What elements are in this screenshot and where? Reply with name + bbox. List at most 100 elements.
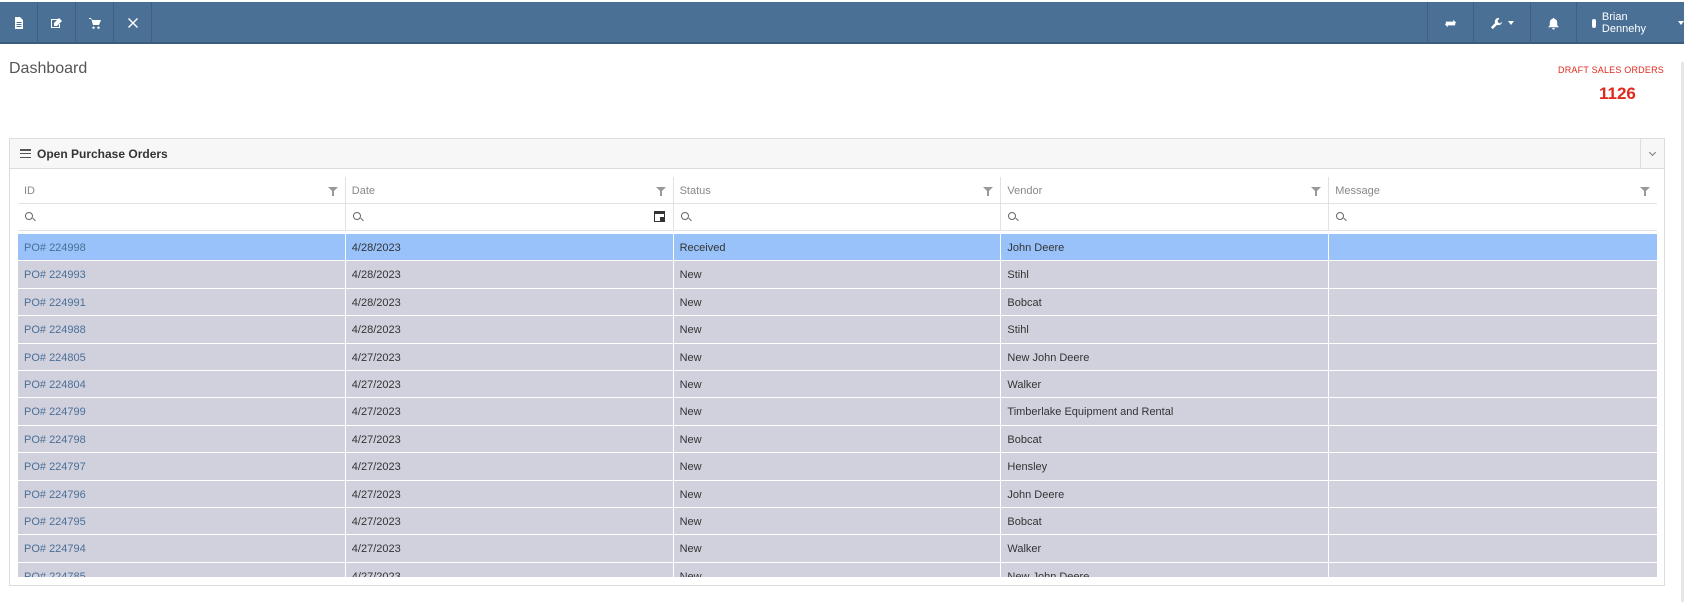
- table-row[interactable]: PO# 224991 4/28/2023 New Bobcat: [18, 288, 1657, 317]
- nav-right-group: Brian Dennehy: [1427, 2, 1684, 44]
- cell-message: [1329, 289, 1657, 315]
- filter-icon[interactable]: [1311, 187, 1322, 196]
- cell-vendor: Walker: [1001, 370, 1330, 398]
- user-name: Brian Dennehy: [1601, 11, 1646, 35]
- cell-id[interactable]: PO# 224805: [18, 343, 346, 370]
- vendor-filter-input[interactable]: [1001, 204, 1330, 230]
- cell-vendor: Bobcat: [1001, 288, 1330, 316]
- cell-message: [1329, 316, 1657, 342]
- hamburger-icon[interactable]: [20, 149, 31, 159]
- cell-vendor: Bobcat: [1001, 507, 1330, 535]
- open-purchase-orders-panel: Open Purchase Orders ID Date Status Vend…: [9, 138, 1665, 586]
- column-header-status[interactable]: Status: [674, 177, 1002, 203]
- edit-button[interactable]: [38, 2, 76, 44]
- filter-icon[interactable]: [1639, 187, 1650, 196]
- cell-message: [1329, 426, 1657, 452]
- table-row[interactable]: PO# 224804 4/27/2023 New Walker: [18, 370, 1657, 399]
- cell-vendor: Stihl: [1001, 316, 1330, 343]
- user-menu[interactable]: Brian Dennehy: [1576, 2, 1684, 44]
- table-row[interactable]: PO# 224785 4/27/2023 New New John Deere: [18, 562, 1657, 577]
- cell-id[interactable]: PO# 224794: [18, 535, 346, 562]
- cell-id[interactable]: PO# 224799: [18, 398, 346, 425]
- cell-id[interactable]: PO# 224795: [18, 507, 346, 535]
- grid-filter-row: [18, 204, 1657, 231]
- column-header-id[interactable]: ID: [18, 177, 346, 203]
- cell-vendor: John Deere: [1001, 234, 1330, 261]
- date-filter-input[interactable]: [346, 204, 674, 230]
- notifications-button[interactable]: [1530, 2, 1576, 44]
- chevron-down-icon: [1508, 21, 1514, 25]
- grid-header: ID Date Status Vendor Message: [18, 177, 1657, 204]
- table-row[interactable]: PO# 224988 4/28/2023 New Stihl: [18, 316, 1657, 344]
- cell-id[interactable]: PO# 224804: [18, 370, 346, 398]
- filter-icon[interactable]: [983, 187, 994, 196]
- cell-status: New: [674, 370, 1002, 398]
- cell-id[interactable]: PO# 224998: [18, 234, 346, 261]
- cell-status: New: [674, 316, 1002, 343]
- table-row[interactable]: PO# 224998 4/28/2023 Received John Deere: [18, 234, 1657, 262]
- id-filter-input[interactable]: [18, 204, 346, 230]
- wrench-icon: [1490, 17, 1503, 29]
- cell-id[interactable]: PO# 224988: [18, 316, 346, 343]
- settings-dropdown[interactable]: [1473, 2, 1530, 44]
- cart-icon: [88, 18, 101, 29]
- cell-date: 4/27/2023: [346, 535, 674, 562]
- cell-date: 4/27/2023: [346, 343, 674, 370]
- table-row[interactable]: PO# 224993 4/28/2023 New Stihl: [18, 261, 1657, 289]
- cell-id[interactable]: PO# 224785: [18, 562, 346, 577]
- collapse-button[interactable]: [1640, 139, 1664, 168]
- table-row[interactable]: PO# 224794 4/27/2023 New Walker: [18, 535, 1657, 563]
- cell-status: New: [674, 425, 1002, 453]
- tools-button[interactable]: [114, 2, 152, 44]
- calendar-icon[interactable]: [653, 211, 665, 222]
- cell-date: 4/27/2023: [346, 398, 674, 425]
- table-row[interactable]: PO# 224795 4/27/2023 New Bobcat: [18, 507, 1657, 536]
- tools-icon: [127, 18, 138, 28]
- cell-status: New: [674, 343, 1002, 370]
- panel-title: Open Purchase Orders: [37, 147, 168, 161]
- cell-id[interactable]: PO# 224991: [18, 288, 346, 316]
- bell-icon: [1548, 17, 1559, 30]
- cell-message: [1329, 261, 1657, 287]
- cell-status: New: [674, 453, 1002, 480]
- message-filter-input[interactable]: [1329, 204, 1657, 230]
- cell-status: New: [674, 507, 1002, 535]
- table-row[interactable]: PO# 224799 4/27/2023 New Timberlake Equipme…: [18, 398, 1657, 426]
- search-icon: [1336, 212, 1345, 220]
- cell-id[interactable]: PO# 224796: [18, 480, 346, 507]
- cell-message: [1329, 234, 1657, 260]
- cell-vendor: Walker: [1001, 535, 1330, 562]
- cell-vendor: Timberlake Equipment and Rental: [1001, 398, 1330, 425]
- table-row[interactable]: PO# 224796 4/27/2023 New John Deere: [18, 480, 1657, 508]
- table-row[interactable]: PO# 224797 4/27/2023 New Hensley: [18, 453, 1657, 481]
- cell-message: [1329, 508, 1657, 534]
- column-header-date[interactable]: Date: [346, 177, 674, 203]
- cell-id[interactable]: PO# 224797: [18, 453, 346, 480]
- column-header-message[interactable]: Message: [1329, 177, 1657, 203]
- cell-status: New: [674, 535, 1002, 562]
- kpi-label[interactable]: DRAFT SALES ORDERS: [1464, 65, 1664, 75]
- kpi-value[interactable]: 1126: [1599, 84, 1636, 104]
- edit-icon: [50, 18, 62, 28]
- column-header-vendor[interactable]: Vendor: [1001, 177, 1330, 203]
- user-icon: [1592, 18, 1596, 28]
- grid-body: PO# 224998 4/28/2023 Received John Deere PO#…: [18, 234, 1657, 577]
- cell-status: Received: [674, 234, 1002, 261]
- filter-icon[interactable]: [655, 187, 666, 196]
- cart-button[interactable]: [76, 2, 114, 44]
- status-filter-input[interactable]: [674, 204, 1002, 230]
- cell-id[interactable]: PO# 224993: [18, 261, 346, 288]
- sync-button[interactable]: [1427, 2, 1473, 44]
- chevron-down-icon: [1648, 148, 1657, 156]
- table-row[interactable]: PO# 224805 4/27/2023 New New John Deere: [18, 343, 1657, 371]
- search-icon: [352, 212, 361, 220]
- filter-icon[interactable]: [327, 187, 338, 196]
- new-document-button[interactable]: [0, 2, 38, 44]
- table-row[interactable]: PO# 224798 4/27/2023 New Bobcat: [18, 425, 1657, 454]
- cell-id[interactable]: PO# 224798: [18, 425, 346, 453]
- cell-date: 4/28/2023: [346, 234, 674, 261]
- cell-date: 4/28/2023: [346, 288, 674, 316]
- cell-date: 4/27/2023: [346, 562, 674, 577]
- search-icon: [25, 212, 33, 220]
- panel-header: Open Purchase Orders: [10, 139, 1664, 169]
